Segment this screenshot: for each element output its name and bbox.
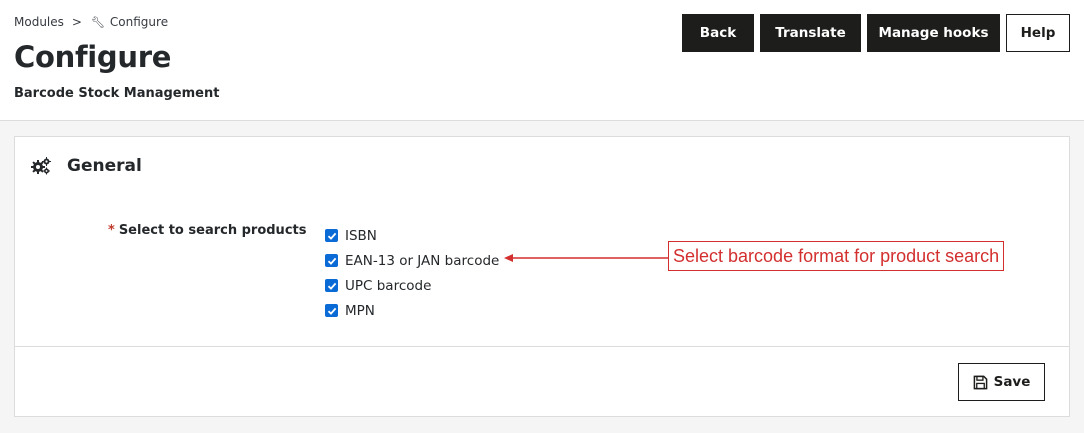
option-ean13-jan[interactable]: EAN-13 or JAN barcode xyxy=(325,248,499,273)
translate-button[interactable]: Translate xyxy=(760,14,861,52)
page-title: Configure xyxy=(14,40,172,74)
search-products-label: * Select to search products xyxy=(108,223,306,238)
option-label: ISBN xyxy=(345,227,377,244)
floppy-disk-icon xyxy=(973,375,987,389)
gears-icon xyxy=(31,157,51,175)
option-label: MPN xyxy=(345,302,375,319)
panel-footer: Save xyxy=(15,346,1069,416)
manage-hooks-button[interactable]: Manage hooks xyxy=(867,14,1000,52)
panel-title: General xyxy=(67,156,142,176)
panel-heading: General xyxy=(31,156,142,176)
isbn-checkbox[interactable] xyxy=(325,229,338,242)
back-button[interactable]: Back xyxy=(682,14,754,52)
option-label: EAN-13 or JAN barcode xyxy=(345,252,500,269)
save-button[interactable]: Save xyxy=(958,363,1045,401)
mpn-checkbox[interactable] xyxy=(325,304,338,317)
general-panel: General * Select to search products ISBN … xyxy=(14,136,1070,417)
breadcrumb: Modules > 🔧︎ Configure xyxy=(14,15,168,29)
ean13-jan-checkbox[interactable] xyxy=(325,254,338,267)
breadcrumb-current: Configure xyxy=(109,15,169,29)
page-subtitle: Barcode Stock Management xyxy=(14,86,220,101)
option-label: UPC barcode xyxy=(345,277,432,294)
option-upc[interactable]: UPC barcode xyxy=(325,273,499,298)
search-products-label-text: Select to search products xyxy=(118,223,307,238)
breadcrumb-separator: > xyxy=(71,15,82,29)
required-marker: * xyxy=(108,223,115,238)
wrench-icon: 🔧︎ xyxy=(90,15,105,29)
save-label: Save xyxy=(993,374,1031,390)
annotation-callout: Select barcode format for product search xyxy=(668,241,1005,271)
barcode-options-list: ISBN EAN-13 or JAN barcode UPC barcode M… xyxy=(325,223,499,323)
option-mpn[interactable]: MPN xyxy=(325,298,499,323)
breadcrumb-modules-link[interactable]: Modules xyxy=(14,15,64,29)
page-header: Modules > 🔧︎ Configure Configure Barcode… xyxy=(0,0,1084,121)
help-button[interactable]: Help xyxy=(1006,14,1070,52)
annotation-arrow-icon xyxy=(504,254,669,262)
upc-checkbox[interactable] xyxy=(325,279,338,292)
option-isbn[interactable]: ISBN xyxy=(325,223,499,248)
